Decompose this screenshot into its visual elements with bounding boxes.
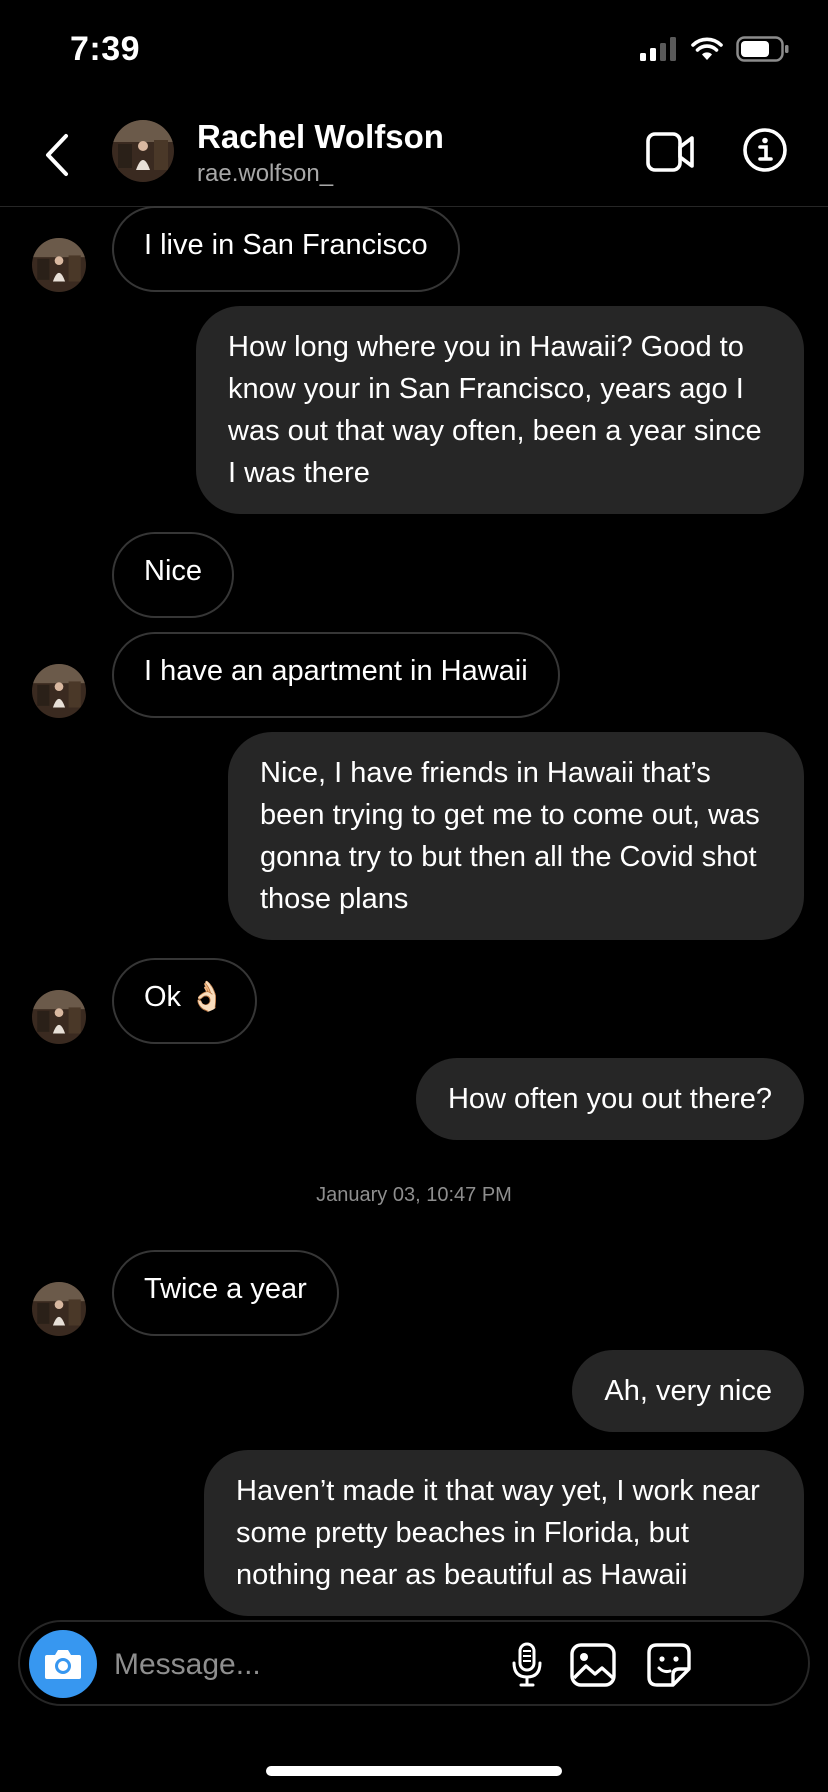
back-icon — [46, 134, 68, 176]
message-bubble-outgoing[interactable]: How long where you in Hawaii? Good to kn… — [196, 306, 804, 514]
status-time: 7:39 — [70, 30, 141, 68]
gallery-button[interactable] — [568, 1640, 618, 1690]
gallery-icon — [570, 1643, 616, 1687]
info-button[interactable] — [741, 126, 789, 179]
video-call-icon — [646, 132, 694, 172]
timestamp-divider: January 03, 10:47 PM — [316, 1184, 512, 1206]
video-call-button[interactable] — [646, 130, 696, 179]
info-icon — [743, 128, 787, 172]
battery-icon — [736, 36, 789, 62]
message-bubble-incoming[interactable]: Ok 👌🏻 — [112, 958, 258, 1044]
message-bubble-outgoing[interactable]: Haven’t made it that way yet, I work nea… — [204, 1450, 804, 1616]
sticker-icon — [647, 1643, 691, 1687]
message-bubble-incoming[interactable]: I live in San Francisco — [112, 206, 460, 292]
sticker-button[interactable] — [644, 1640, 694, 1690]
message-composer — [18, 1620, 810, 1706]
message-thread[interactable]: I live in San Francisco How long where y… — [0, 206, 828, 1620]
home-indicator[interactable] — [266, 1766, 562, 1776]
camera-icon — [45, 1650, 81, 1679]
wifi-icon — [691, 37, 723, 60]
message-bubble-incoming[interactable]: I have an apartment in Hawaii — [112, 632, 560, 718]
microphone-icon — [512, 1642, 542, 1687]
avatar[interactable] — [112, 120, 174, 182]
sender-avatar[interactable] — [32, 664, 86, 718]
message-bubble-outgoing[interactable]: Ah, very nice — [572, 1350, 804, 1432]
chat-header: Rachel Wolfson rae.wolfson_ — [0, 100, 828, 207]
message-bubble-outgoing[interactable]: How often you out there? — [415, 1058, 804, 1140]
sender-avatar[interactable] — [32, 1282, 86, 1336]
contact-name[interactable]: Rachel Wolfson — [197, 118, 444, 156]
camera-button[interactable] — [29, 1630, 97, 1698]
sender-avatar[interactable] — [32, 238, 86, 292]
status-icons — [640, 36, 790, 62]
message-bubble-outgoing[interactable]: Nice, I have friends in Hawaii that’s be… — [228, 732, 804, 940]
message-input[interactable] — [112, 1642, 496, 1688]
sender-avatar[interactable] — [32, 990, 86, 1044]
cellular-signal-icon — [640, 37, 676, 61]
status-bar: 7:39 — [0, 0, 828, 100]
voice-message-button[interactable] — [502, 1640, 552, 1690]
message-bubble-incoming[interactable]: Nice — [112, 532, 235, 618]
contact-username: rae.wolfson_ — [197, 160, 334, 187]
back-button[interactable] — [38, 130, 78, 180]
message-bubble-incoming[interactable]: Twice a year — [112, 1250, 339, 1336]
